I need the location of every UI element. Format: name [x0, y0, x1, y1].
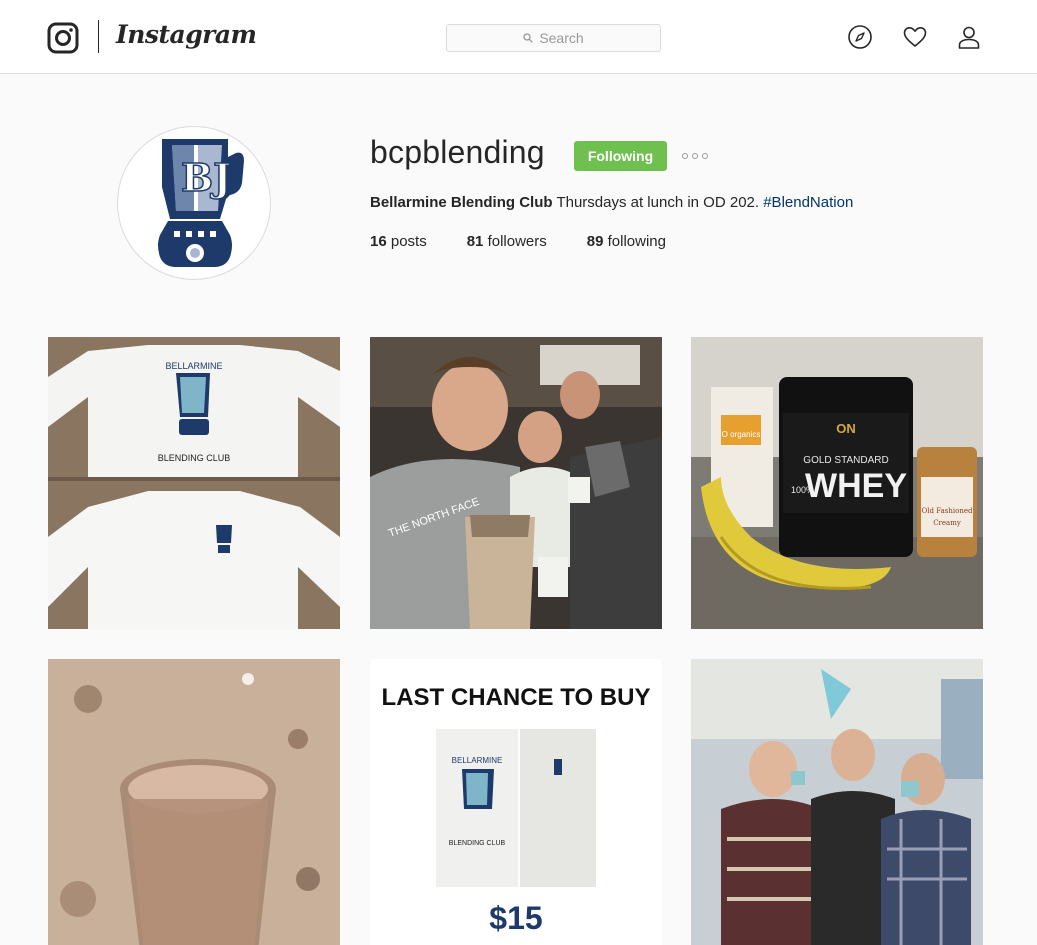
hashtag-link[interactable]: #BlendNation [763, 194, 853, 211]
posts-label: posts [390, 233, 427, 250]
posts-count: 16 [370, 233, 387, 250]
avatar-letters: BJ [181, 155, 231, 200]
following-stat[interactable]: 89 following [587, 233, 666, 250]
profile-full-name: Bellarmine Blending Club [370, 194, 553, 211]
pb-label: Old Fashioned [922, 507, 973, 515]
dot [702, 153, 708, 159]
pb-label-2: Creamy [933, 519, 961, 527]
more-options-icon[interactable] [682, 147, 708, 165]
promo-shirt-top: BELLARMINE [452, 756, 503, 765]
search-placeholder: Search [539, 30, 584, 46]
followers-count: 81 [466, 233, 484, 250]
whey-sub: GOLD STANDARD [803, 455, 888, 466]
nav-divider [98, 20, 99, 53]
smoothie-photo [48, 659, 340, 945]
promo-graphic: LAST CHANCE TO BUY BELLARMINE BLENDING C… [370, 659, 662, 945]
search-icon [523, 33, 534, 43]
blender-logo-icon: BJ [158, 139, 244, 267]
profile-bio: Bellarmine Blending Club Thursdays at lu… [370, 194, 853, 211]
bio-text: Thursdays at lunch in OD 202. [556, 194, 760, 211]
promo-shirt-bottom: BLENDING CLUB [449, 840, 506, 847]
posts-stat: 16 posts [370, 233, 427, 250]
promo-price: $15 [489, 900, 542, 936]
milk-brand: O organics [722, 430, 761, 439]
drinking-photo [691, 659, 983, 945]
ingredients-photo: ON GOLD STANDARD 100% WHEY O organics Ol… [691, 337, 983, 629]
post-thumbnail[interactable]: LAST CHANCE TO BUY BELLARMINE BLENDING C… [370, 659, 662, 945]
following-button[interactable]: Following [574, 141, 667, 171]
instagram-wordmark[interactable]: Instagram [116, 20, 257, 49]
whey-label: WHEY [805, 467, 907, 505]
following-label: following [607, 233, 666, 250]
shirt-text-top: BELLARMINE [165, 361, 222, 371]
person-icon[interactable] [956, 24, 982, 50]
post-thumbnail[interactable]: ON GOLD STANDARD 100% WHEY O organics Ol… [691, 337, 983, 629]
followers-stat[interactable]: 81 followers [467, 233, 547, 250]
friends-blender-photo: THE NORTH FACE [370, 337, 662, 629]
profile-username: bcpblending [370, 134, 545, 170]
whey-brand: ON [836, 421, 856, 436]
top-nav: Instagram Search [0, 0, 1037, 74]
tshirt-photo: BELLARMINE BLENDING CLUB [48, 337, 340, 629]
post-thumbnail[interactable] [48, 659, 340, 945]
post-thumbnail[interactable] [691, 659, 983, 945]
shirt-text-bottom: BLENDING CLUB [158, 453, 231, 463]
compass-icon[interactable] [847, 24, 873, 50]
profile-avatar[interactable]: BJ [117, 126, 271, 280]
profile-stats: 16 posts 81 followers 89 following [370, 233, 706, 250]
post-thumbnail[interactable]: THE NORTH FACE [370, 337, 662, 629]
search-input[interactable]: Search [446, 24, 661, 52]
dot [692, 153, 698, 159]
promo-headline: LAST CHANCE TO BUY [382, 684, 651, 711]
dot [682, 153, 688, 159]
heart-icon[interactable] [902, 24, 928, 50]
instagram-glyph-icon[interactable] [47, 22, 79, 54]
post-thumbnail[interactable]: BELLARMINE BLENDING CLUB [48, 337, 340, 629]
following-count: 89 [586, 233, 604, 250]
followers-label: followers [487, 233, 547, 250]
